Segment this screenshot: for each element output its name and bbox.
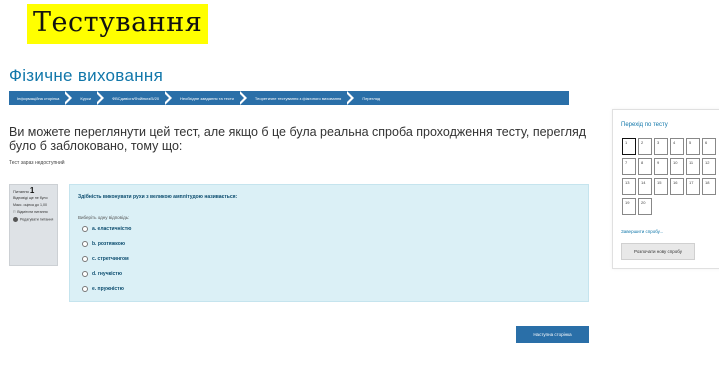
breadcrumb: Інформаційна сторінка Курси ФВСдивісгз/Ф…: [9, 91, 569, 105]
question-number: Питання 1: [13, 186, 35, 195]
question-text: Здібність виконувати рухи з великою ампл…: [78, 194, 238, 200]
chevron-right-icon: [95, 91, 105, 105]
quiz-nav-question-button[interactable]: 1: [622, 138, 636, 155]
quiz-nav-question-button[interactable]: 15: [654, 178, 668, 195]
next-page-button[interactable]: Наступна сторінка: [516, 326, 589, 343]
quiz-nav-question-button[interactable]: 10: [670, 158, 684, 175]
quiz-nav-question-button[interactable]: 19: [622, 198, 636, 215]
breadcrumb-item[interactable]: Курси: [72, 91, 105, 105]
quiz-nav-question-button[interactable]: 7: [622, 158, 636, 175]
quiz-nav-question-button[interactable]: 17: [686, 178, 700, 195]
radio-button[interactable]: [82, 271, 88, 277]
gear-icon: [13, 217, 18, 222]
chevron-right-icon: [237, 91, 247, 105]
breadcrumb-item[interactable]: Необхідне завдання та тести: [172, 91, 247, 105]
finish-attempt-link[interactable]: Завершити спробу...: [621, 229, 663, 234]
quiz-nav-question-button[interactable]: 5: [686, 138, 700, 155]
breadcrumb-item[interactable]: ФВСдивісгз/Фойінкгз/5/20: [104, 91, 173, 105]
chevron-right-icon: [345, 91, 355, 105]
answer-option[interactable]: b. розтяжкою: [82, 241, 125, 247]
slide-title: Тестування: [27, 4, 209, 44]
chevron-right-icon: [163, 91, 173, 105]
preview-notice: Ви можете переглянути цей тест, але якщо…: [9, 125, 587, 153]
quiz-nav-question-button[interactable]: 6: [702, 138, 716, 155]
quiz-nav-question-button[interactable]: 12: [702, 158, 716, 175]
answer-option[interactable]: e. пружністю: [82, 286, 124, 292]
answer-option[interactable]: a. еластичністю: [82, 226, 131, 232]
breadcrumb-item[interactable]: Теоретичне тестування з фізичного вихова…: [247, 91, 355, 105]
quiz-unavailable-note: Тест зараз недоступний: [9, 160, 65, 166]
radio-button[interactable]: [82, 241, 88, 247]
course-title[interactable]: Фізичне виховання: [9, 66, 163, 86]
question-status: Відповіді ще не було: [13, 196, 48, 200]
breadcrumb-item[interactable]: Інформаційна сторінка: [9, 91, 73, 105]
question-prompt: Виберіть одну відповідь:: [78, 215, 130, 220]
quiz-navigation-title: Перехід по тесту: [621, 122, 668, 128]
question-marks: Макс. оцінка до 1,00: [13, 203, 48, 207]
breadcrumb-item-current: Перегляд: [362, 95, 381, 101]
quiz-nav-question-button[interactable]: 3: [654, 138, 668, 155]
quiz-nav-question-button[interactable]: 8: [638, 158, 652, 175]
quiz-nav-question-button[interactable]: 9: [654, 158, 668, 175]
quiz-nav-question-button[interactable]: 11: [686, 158, 700, 175]
flag-question-link[interactable]: ⚐ Відмітити питання: [13, 210, 54, 215]
question-content: Здібність виконувати рухи з великою ампл…: [69, 184, 589, 302]
quiz-nav-question-button[interactable]: 14: [638, 178, 652, 195]
radio-button[interactable]: [82, 256, 88, 262]
quiz-nav-question-button[interactable]: 16: [670, 178, 684, 195]
chevron-right-icon: [63, 91, 73, 105]
quiz-navigation-grid: 1 2 3 4 5 6 7 8 9 10 11 12 13 14 15 16 17 18 19 20: [622, 138, 719, 215]
quiz-nav-question-button[interactable]: 20: [638, 198, 652, 215]
quiz-nav-question-button[interactable]: 13: [622, 178, 636, 195]
quiz-nav-question-button[interactable]: 2: [638, 138, 652, 155]
quiz-nav-question-button[interactable]: 18: [702, 178, 716, 195]
radio-button[interactable]: [82, 286, 88, 292]
quiz-navigation-panel: Перехід по тесту 1 2 3 4 5 6 7 8 9 10 11 12 13 14 15 16…: [612, 109, 719, 269]
question-info: Питання 1 Відповіді ще не було Макс. оці…: [9, 184, 58, 266]
quiz-nav-question-button[interactable]: 4: [670, 138, 684, 155]
answer-option[interactable]: c. стретчингом: [82, 256, 129, 262]
radio-button[interactable]: [82, 226, 88, 232]
flag-icon: ⚐: [13, 210, 17, 214]
edit-question-link[interactable]: Редагувати питання: [13, 217, 54, 222]
answer-option[interactable]: d. гнучкістю: [82, 271, 122, 277]
start-new-attempt-button[interactable]: Розпочати нову спробу: [621, 243, 695, 260]
